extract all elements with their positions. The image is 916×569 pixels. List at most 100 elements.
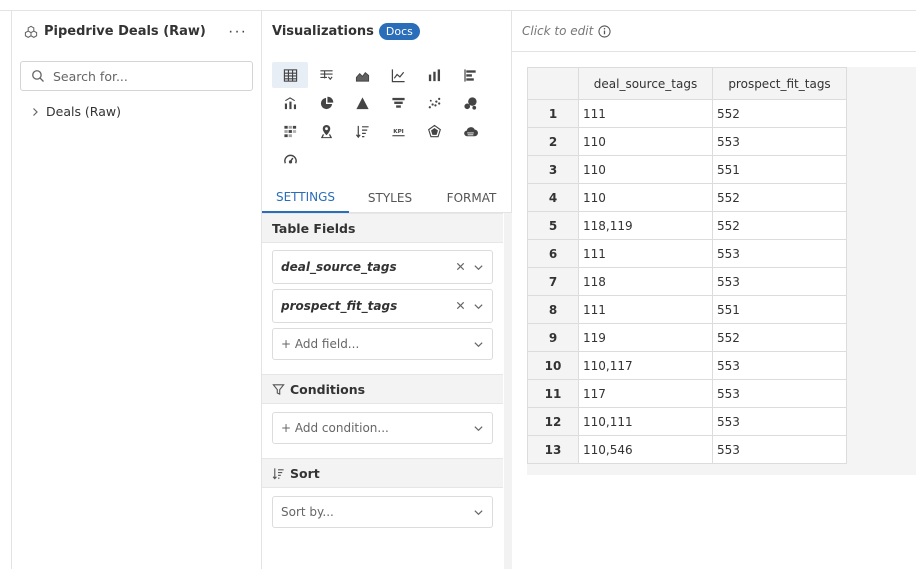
sort-header: Sort: [262, 458, 503, 488]
filter-icon: [272, 383, 285, 396]
table-row: 8 111 551: [527, 295, 847, 324]
heatmap-icon[interactable]: [272, 118, 308, 144]
table-row: 7 118 553: [527, 267, 847, 296]
more-options-button[interactable]: ···: [228, 23, 247, 39]
tab-styles[interactable]: STYLES: [349, 183, 431, 213]
word-cloud-icon[interactable]: [452, 118, 488, 144]
horizontal-bar-icon[interactable]: [452, 62, 488, 88]
row-index: 13: [527, 435, 579, 464]
datasource-icon: [24, 25, 38, 39]
map-marker-icon[interactable]: [308, 118, 344, 144]
table-row: 2 110 553: [527, 127, 847, 156]
table-icon[interactable]: [272, 62, 308, 88]
settings-content: Table Fields deal_source_tags prospect_f…: [262, 213, 512, 569]
cell-prospect-fit-tags: 553: [712, 407, 847, 436]
sorted-list-icon[interactable]: [344, 118, 380, 144]
cell-prospect-fit-tags: 551: [712, 295, 847, 324]
sort-icon: [272, 467, 285, 480]
pie-chart-icon[interactable]: [308, 90, 344, 116]
cell-prospect-fit-tags: 553: [712, 127, 847, 156]
index-header: [527, 67, 579, 100]
bubble-icon[interactable]: [452, 90, 488, 116]
field-search[interactable]: [20, 61, 253, 91]
field-prospect-fit-tags[interactable]: prospect_fit_tags: [272, 289, 493, 323]
close-icon[interactable]: [455, 261, 467, 273]
visualizations-header: Visualizations Docs: [262, 11, 511, 52]
row-index: 10: [527, 351, 579, 380]
chevron-down-icon: [473, 339, 484, 350]
chart-title-input[interactable]: Click to edit: [522, 24, 593, 38]
kpi-icon[interactable]: KPI: [380, 118, 416, 144]
tree-item-deals-raw[interactable]: Deals (Raw): [30, 104, 121, 119]
cell-deal-source-tags: 110,546: [578, 435, 713, 464]
cell-deal-source-tags: 110: [578, 127, 713, 156]
close-icon[interactable]: [455, 300, 467, 312]
cell-prospect-fit-tags: 553: [712, 267, 847, 296]
table-row: 11 117 553: [527, 379, 847, 408]
cell-deal-source-tags: 111: [578, 99, 713, 128]
conditions-header: Conditions: [262, 374, 503, 404]
table-body: 1 111 552 2 110 553 3 110 551 4 110 552 5 118,119 552 6…: [527, 99, 847, 464]
cell-prospect-fit-tags: 553: [712, 239, 847, 268]
cell-deal-source-tags: 118,119: [578, 211, 713, 240]
row-index: 1: [527, 99, 579, 128]
field-label: prospect_fit_tags: [281, 299, 398, 313]
cell-prospect-fit-tags: 552: [712, 211, 847, 240]
column-header[interactable]: prospect_fit_tags: [712, 67, 847, 100]
gauge-icon[interactable]: [272, 146, 308, 172]
row-index: 4: [527, 183, 579, 212]
scrollbar[interactable]: [504, 213, 512, 569]
field-deal-source-tags[interactable]: deal_source_tags: [272, 250, 493, 284]
line-chart-icon[interactable]: [380, 62, 416, 88]
combo-chart-icon[interactable]: [272, 90, 308, 116]
row-index: 2: [527, 127, 579, 156]
row-index: 9: [527, 323, 579, 352]
datasource-title: Pipedrive Deals (Raw): [44, 24, 206, 39]
radar-icon[interactable]: [416, 118, 452, 144]
cell-prospect-fit-tags: 553: [712, 435, 847, 464]
scatter-icon[interactable]: [416, 90, 452, 116]
search-input[interactable]: [53, 68, 233, 84]
cell-deal-source-tags: 117: [578, 379, 713, 408]
svg-text:KPI: KPI: [393, 128, 404, 134]
chevron-down-icon[interactable]: [473, 262, 484, 273]
visualizations-panel: Visualizations Docs KPI SETTINGS STYLES …: [262, 11, 512, 569]
cell-deal-source-tags: 110,117: [578, 351, 713, 380]
area-chart-icon[interactable]: [344, 62, 380, 88]
cell-prospect-fit-tags: 552: [712, 323, 847, 352]
add-field-select[interactable]: + Add field...: [272, 328, 493, 360]
tab-format[interactable]: FORMAT: [431, 183, 512, 213]
cell-deal-source-tags: 110: [578, 155, 713, 184]
row-index: 11: [527, 379, 579, 408]
cell-deal-source-tags: 111: [578, 239, 713, 268]
chart-canvas: Click to edit deal_source_tags prospect_…: [512, 11, 916, 569]
pivot-table-icon[interactable]: [308, 62, 344, 88]
add-condition-select[interactable]: + Add condition...: [272, 412, 493, 444]
cell-prospect-fit-tags: 553: [712, 351, 847, 380]
row-index: 12: [527, 407, 579, 436]
canvas-header: Click to edit: [512, 11, 916, 52]
cell-prospect-fit-tags: 553: [712, 379, 847, 408]
table-fields-label: Table Fields: [272, 220, 356, 236]
chevron-right-icon: [30, 107, 40, 117]
sort-by-label: Sort by...: [281, 505, 334, 519]
table-row: 6 111 553: [527, 239, 847, 268]
settings-tabs: SETTINGS STYLES FORMAT: [262, 183, 512, 213]
field-label: deal_source_tags: [281, 260, 397, 274]
data-table: deal_source_tags prospect_fit_tags 1 111 5…: [527, 67, 847, 464]
funnel-icon[interactable]: [380, 90, 416, 116]
sort-by-select[interactable]: Sort by...: [272, 496, 493, 528]
sort-label: Sort: [290, 465, 320, 481]
add-condition-label: + Add condition...: [281, 421, 389, 435]
add-field-label: + Add field...: [281, 337, 360, 351]
cell-prospect-fit-tags: 551: [712, 155, 847, 184]
docs-badge[interactable]: Docs: [378, 23, 420, 40]
datasource-header: Pipedrive Deals (Raw) ···: [12, 11, 261, 52]
info-icon[interactable]: [598, 24, 611, 38]
tab-settings[interactable]: SETTINGS: [262, 183, 349, 213]
chevron-down-icon[interactable]: [473, 301, 484, 312]
column-header[interactable]: deal_source_tags: [578, 67, 713, 100]
row-index: 7: [527, 267, 579, 296]
bar-chart-icon[interactable]: [416, 62, 452, 88]
pyramid-icon[interactable]: [344, 90, 380, 116]
